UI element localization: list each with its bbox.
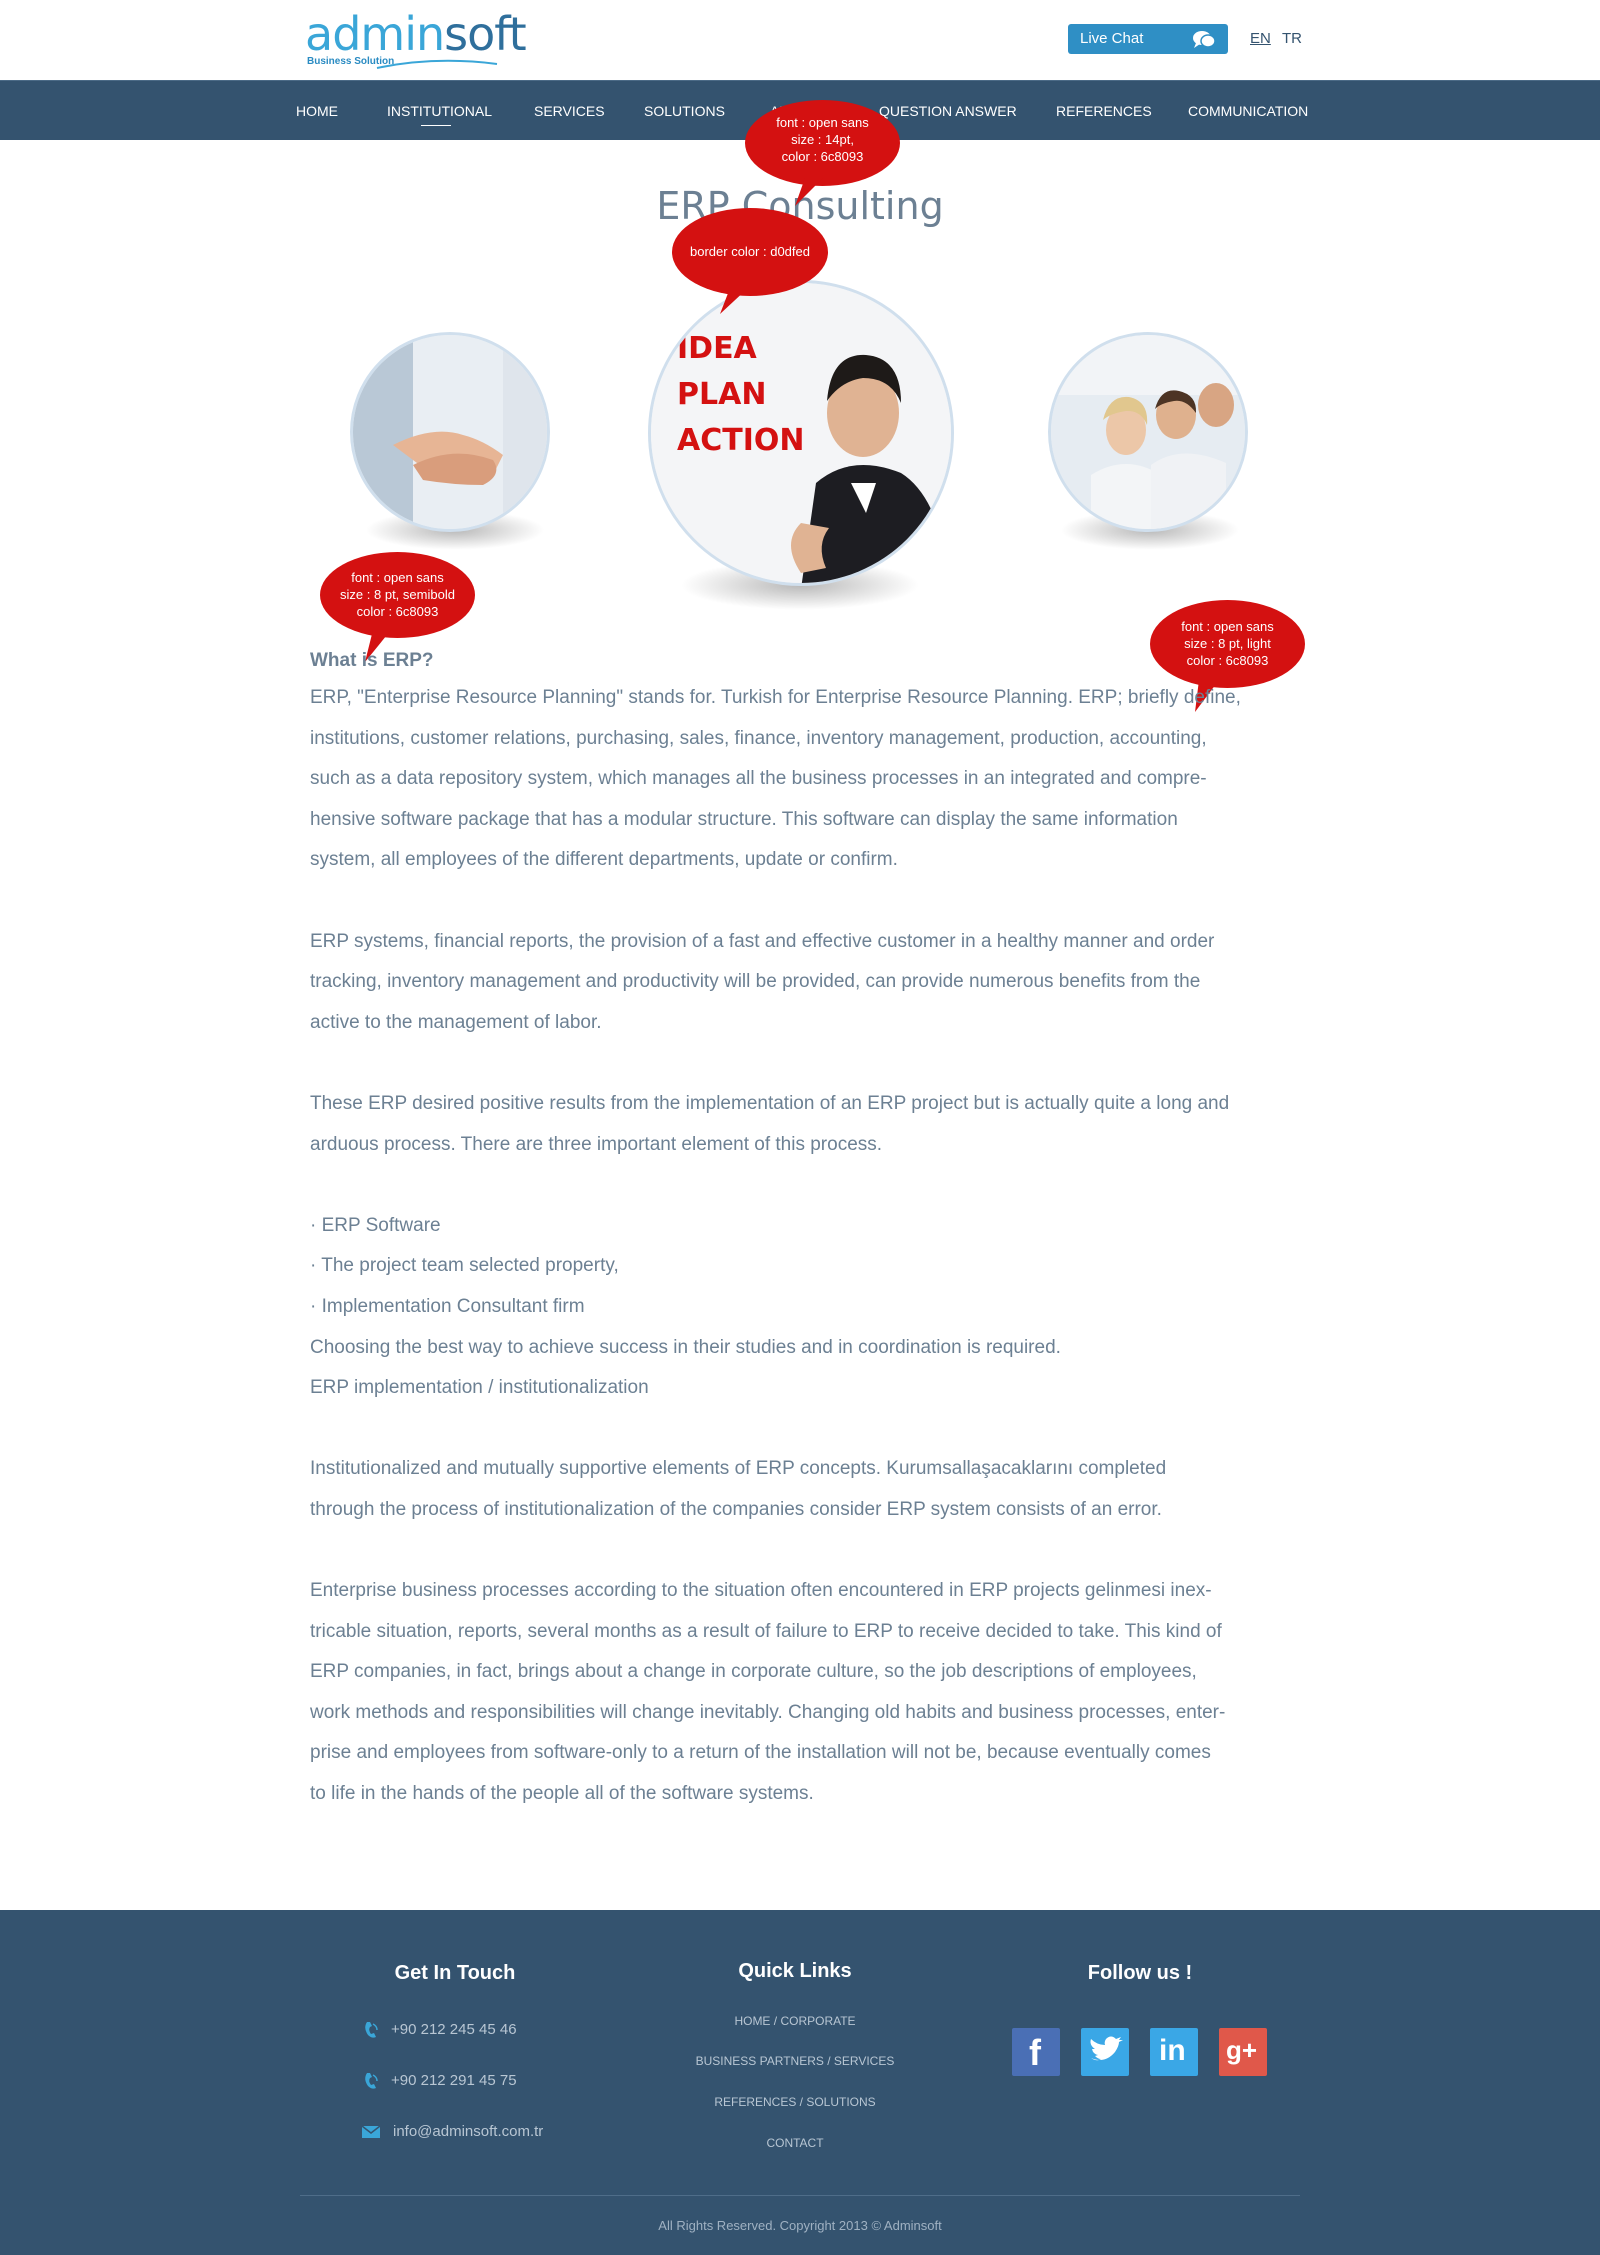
title-callout-tail (795, 178, 823, 206)
paragraph-1: ERP, "Enterprise Resource Planning" stan… (310, 687, 1241, 871)
idea-plan-action-text: IDEA PLAN ACTION (677, 331, 805, 458)
paragraph-4-list: · ERP Software · The project team select… (310, 1206, 1300, 1409)
get-in-touch-title: Get In Touch (394, 1962, 516, 1984)
site-footer: Get In Touch +90 212 245 45 46 +90 212 2… (0, 1910, 1600, 2255)
footer-link-contact[interactable]: CONTACT (645, 2136, 945, 2150)
nav-item-communication[interactable]: COMMUNICATION (1188, 81, 1308, 141)
phone-icon (365, 2022, 378, 2038)
lang-en-link[interactable]: EN (1250, 30, 1271, 47)
nav-item-institutional[interactable]: INSTITUTIONAL (387, 81, 492, 141)
list-item: · Implementation Consultant firm (310, 1295, 585, 1317)
title-font-callout: font : open sans size : 14pt, color : 6c… (745, 100, 900, 186)
footer-link-references-solutions[interactable]: REFERENCES / SOLUTIONS (645, 2095, 945, 2109)
phone-number-1[interactable]: +90 212 245 45 46 (391, 2021, 517, 2038)
border-callout-tail (720, 288, 748, 314)
team-meeting-image (1048, 332, 1248, 532)
live-chat-label: Live Chat (1080, 30, 1144, 47)
border-color-callout: border color : d0dfed (672, 208, 828, 296)
twitter-bird-glyph (1090, 2036, 1123, 2061)
twitter-icon[interactable] (1081, 2028, 1129, 2076)
logo-text-admin: admin (305, 7, 445, 61)
adminsoft-logo[interactable]: adminsoft Business Solution (305, 11, 527, 69)
logo-swoosh-icon (376, 59, 498, 69)
paragraph-3: These ERP desired positive results from … (310, 1092, 1230, 1155)
paragraph-6: Enterprise business processes according … (310, 1580, 1226, 1805)
nav-item-references[interactable]: REFERENCES (1056, 81, 1152, 141)
follow-us-title: Follow us ! (1087, 1962, 1193, 1984)
footer-link-partners-services[interactable]: BUSINESS PARTNERS / SERVICES (645, 2054, 945, 2068)
footer-link-home-corporate[interactable]: HOME / CORPORATE (645, 2014, 945, 2028)
handshake-illustration (353, 335, 547, 529)
heading-font-callout: font : open sans size : 8 pt, semibold c… (320, 552, 475, 638)
site-header: adminsoft Business Solution Live Chat EN… (0, 0, 1600, 80)
footer-divider (300, 2195, 1300, 2196)
nav-item-services[interactable]: SERVICES (534, 81, 605, 141)
nav-item-solutions[interactable]: SOLUTIONS (644, 81, 725, 141)
handshake-image (350, 332, 550, 532)
team-illustration (1051, 335, 1245, 529)
chat-bubble-icon (1193, 31, 1216, 48)
email-link[interactable]: info@adminsoft.com.tr (393, 2123, 543, 2140)
copyright-text: All Rights Reserved. Copyright 2013 © Ad… (658, 2218, 942, 2233)
list-item: · The project team selected property, (310, 1255, 619, 1277)
quick-links-title: Quick Links (738, 1960, 852, 1982)
google-plus-icon[interactable]: g+ (1219, 2028, 1267, 2076)
nav-item-home[interactable]: HOME (296, 81, 338, 141)
article-content: What is ERP? ERP, "Enterprise Resource P… (310, 650, 1300, 1815)
phone-number-2[interactable]: +90 212 291 45 75 (391, 2072, 517, 2089)
linkedin-icon[interactable]: in (1150, 2028, 1198, 2076)
idea-plan-action-image: IDEA PLAN ACTION (648, 280, 954, 586)
paragraph-5: Institutionalized and mutually supportiv… (310, 1458, 1167, 1520)
facebook-icon[interactable]: f (1012, 2028, 1060, 2076)
list-item: · ERP Software (310, 1214, 441, 1236)
phone-icon (365, 2073, 378, 2089)
article-heading: What is ERP? (310, 650, 434, 671)
paragraph-2: ERP systems, financial reports, the prov… (310, 930, 1215, 1033)
lang-tr-link[interactable]: TR (1282, 30, 1302, 47)
logo-text-soft: soft (444, 7, 527, 61)
mail-icon (362, 2126, 380, 2138)
live-chat-button[interactable]: Live Chat (1068, 24, 1228, 54)
